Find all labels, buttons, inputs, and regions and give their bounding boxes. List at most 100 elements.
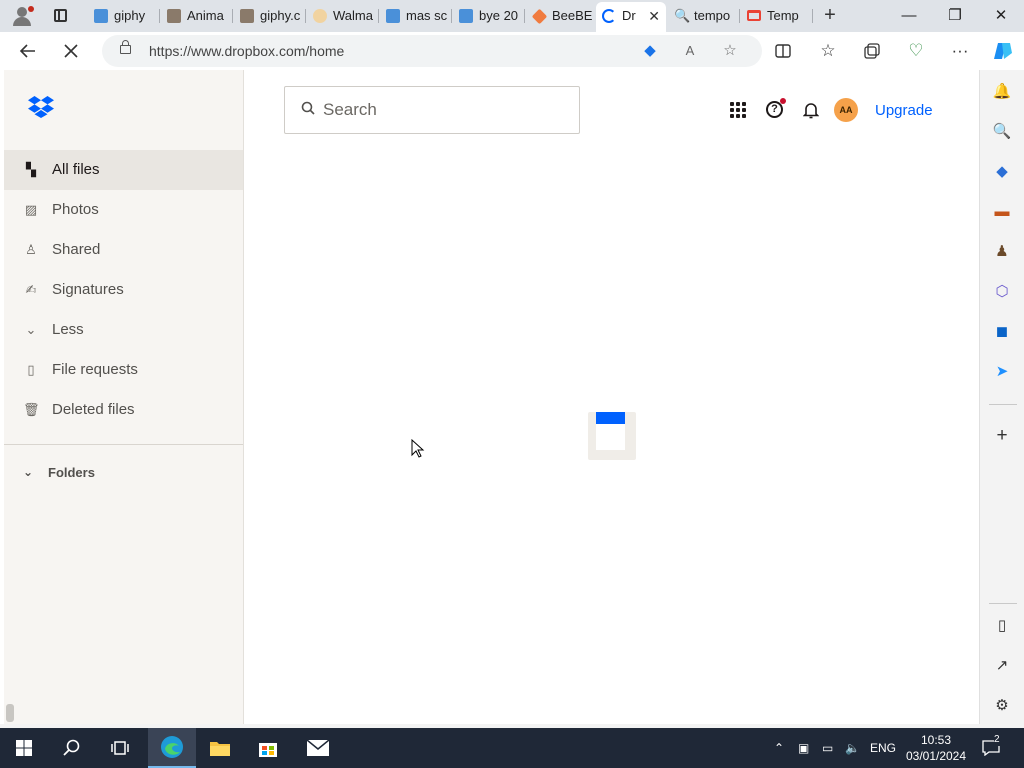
games-icon[interactable]: ♟: [991, 241, 1013, 263]
profile-icon[interactable]: [8, 4, 36, 28]
favorite-star-icon[interactable]: ☆: [720, 41, 740, 61]
browser-tab[interactable]: Anima: [161, 4, 233, 28]
tools-icon[interactable]: ▬: [991, 201, 1013, 223]
sidebar-item-signatures[interactable]: ✍ Signatures: [4, 270, 243, 310]
file-request-icon: ▯: [27, 362, 35, 377]
dropbox-logo-icon[interactable]: [28, 96, 54, 118]
bell-icon[interactable]: 🔔: [991, 81, 1013, 103]
clock-date: 03/01/2024: [905, 749, 967, 763]
people-icon: ♙: [25, 242, 37, 257]
browser-tab[interactable]: mas sc: [380, 4, 452, 28]
folders-label: Folders: [48, 465, 95, 480]
tab-title: giphy.c: [260, 8, 301, 23]
favorites-icon[interactable]: ☆: [813, 37, 843, 65]
dropbox-sidebar: ▚ All files ▨ Photos ♙ Shared ✍ Signatur…: [4, 70, 244, 724]
notification-count-badge: 2: [994, 734, 1000, 746]
send-icon[interactable]: ➤: [991, 361, 1013, 383]
sidebar-item-photos[interactable]: ▨ Photos: [4, 190, 243, 230]
sidebar-layout-icon[interactable]: ▯: [991, 615, 1013, 637]
office-icon[interactable]: ⬡: [991, 281, 1013, 303]
browser-tab-active[interactable]: Dr ✕: [596, 2, 666, 32]
back-button[interactable]: [13, 37, 43, 65]
minimize-button[interactable]: —: [886, 0, 932, 32]
walmart-favicon-icon: [313, 9, 327, 23]
read-aloud-icon[interactable]: A: [680, 41, 700, 61]
page-favicon-icon: [167, 9, 181, 23]
collections-icon[interactable]: [857, 37, 887, 65]
mail-icon[interactable]: [294, 728, 342, 768]
notifications-button[interactable]: 2: [982, 728, 1006, 768]
clock-time: 10:53: [920, 733, 952, 747]
browser-tab[interactable]: Temp: [741, 4, 813, 28]
folders-section-toggle[interactable]: ⌄ Folders: [4, 458, 243, 488]
sidebar-item-deleted-files[interactable]: 🗑 Deleted files: [4, 390, 243, 430]
task-view-icon[interactable]: [96, 728, 144, 768]
search-input[interactable]: [323, 99, 563, 121]
url-text[interactable]: https://www.dropbox.com/home: [149, 43, 344, 59]
file-explorer-icon[interactable]: [196, 728, 244, 768]
notifications-bell-icon[interactable]: [799, 98, 823, 122]
loading-spinner-icon: [602, 9, 616, 23]
sidebar-item-less[interactable]: ⌄ Less: [4, 310, 243, 350]
new-tab-button[interactable]: +: [818, 4, 842, 28]
restore-button[interactable]: ❐: [932, 0, 978, 32]
sidebar-scrollbar[interactable]: [6, 704, 14, 722]
show-hidden-icons-icon[interactable]: ⌃: [774, 728, 784, 768]
outlook-icon[interactable]: ◼: [991, 321, 1013, 343]
browser-toolbar: https://www.dropbox.com/home ◆ A ☆ ☆ ♡ ·…: [0, 32, 1024, 70]
search-field[interactable]: [284, 86, 580, 134]
sidebar-item-shared[interactable]: ♙ Shared: [4, 230, 243, 270]
avatar[interactable]: AA: [834, 98, 858, 122]
taskbar-search-icon[interactable]: [48, 728, 96, 768]
tab-title: Walma: [333, 8, 373, 23]
upgrade-link[interactable]: Upgrade: [875, 102, 933, 119]
stop-loading-button[interactable]: [56, 37, 86, 65]
settings-more-icon[interactable]: ···: [945, 37, 975, 65]
language-indicator[interactable]: ENG: [870, 728, 896, 768]
lock-icon[interactable]: [120, 40, 131, 54]
network-icon[interactable]: ▭: [822, 728, 833, 768]
sidebar-item-file-requests[interactable]: ▯ File requests: [4, 350, 243, 390]
sidebar-item-all-files[interactable]: ▚ All files: [4, 150, 243, 190]
address-bar[interactable]: https://www.dropbox.com/home ◆ A ☆: [102, 35, 762, 67]
edge-taskbar-icon[interactable]: [148, 728, 196, 768]
browser-tab[interactable]: Walma: [307, 4, 379, 28]
app-launcher-icon[interactable]: [730, 102, 746, 118]
help-notification-dot: [780, 98, 786, 104]
chevron-down-icon: ⌄: [23, 465, 34, 479]
loading-indicator: [588, 412, 636, 460]
start-button[interactable]: [0, 728, 48, 768]
sidebar-item-label: Shared: [52, 241, 101, 258]
copilot-icon[interactable]: [988, 37, 1018, 65]
search-icon: [301, 101, 315, 115]
external-link-icon[interactable]: ↗: [991, 655, 1013, 677]
search-favicon-icon: 🔍: [674, 8, 691, 23]
browser-tab[interactable]: bye 20: [453, 4, 525, 28]
search-icon[interactable]: 🔍: [991, 121, 1013, 143]
tab-actions-icon[interactable]: [46, 4, 74, 28]
browser-essentials-icon[interactable]: ♡: [901, 37, 931, 65]
browser-tab[interactable]: giphy: [88, 4, 160, 28]
shopping-tag-icon[interactable]: ◆: [640, 41, 660, 61]
beebeep-favicon-icon: [531, 8, 548, 25]
folder-grid-icon: ▚: [26, 162, 36, 177]
store-icon[interactable]: [244, 728, 292, 768]
tab-title: Anima: [187, 8, 224, 23]
browser-tab[interactable]: 🔍 tempo: [668, 4, 740, 28]
close-window-button[interactable]: ✕: [978, 0, 1024, 32]
tab-strip: giphy Anima giphy.c Walma mas sc bye 20 …: [0, 0, 1024, 32]
browser-tab[interactable]: BeeBE: [526, 4, 596, 28]
bing-favicon-icon: [386, 9, 400, 23]
close-tab-icon[interactable]: ✕: [648, 2, 660, 30]
sidebar-item-label: Photos: [52, 201, 99, 218]
sidebar-item-label: File requests: [52, 361, 138, 378]
clock[interactable]: 10:53 03/01/2024: [900, 732, 972, 764]
gear-icon[interactable]: ⚙: [991, 695, 1013, 717]
split-screen-icon[interactable]: [768, 37, 798, 65]
tab-title: giphy: [114, 8, 146, 23]
volume-muted-icon[interactable]: 🔈: [845, 728, 860, 768]
browser-tab[interactable]: giphy.c: [234, 4, 306, 28]
shopping-tag-icon[interactable]: ◆: [991, 161, 1013, 183]
meet-now-icon[interactable]: ▣: [798, 728, 809, 768]
add-icon[interactable]: +: [991, 425, 1013, 447]
